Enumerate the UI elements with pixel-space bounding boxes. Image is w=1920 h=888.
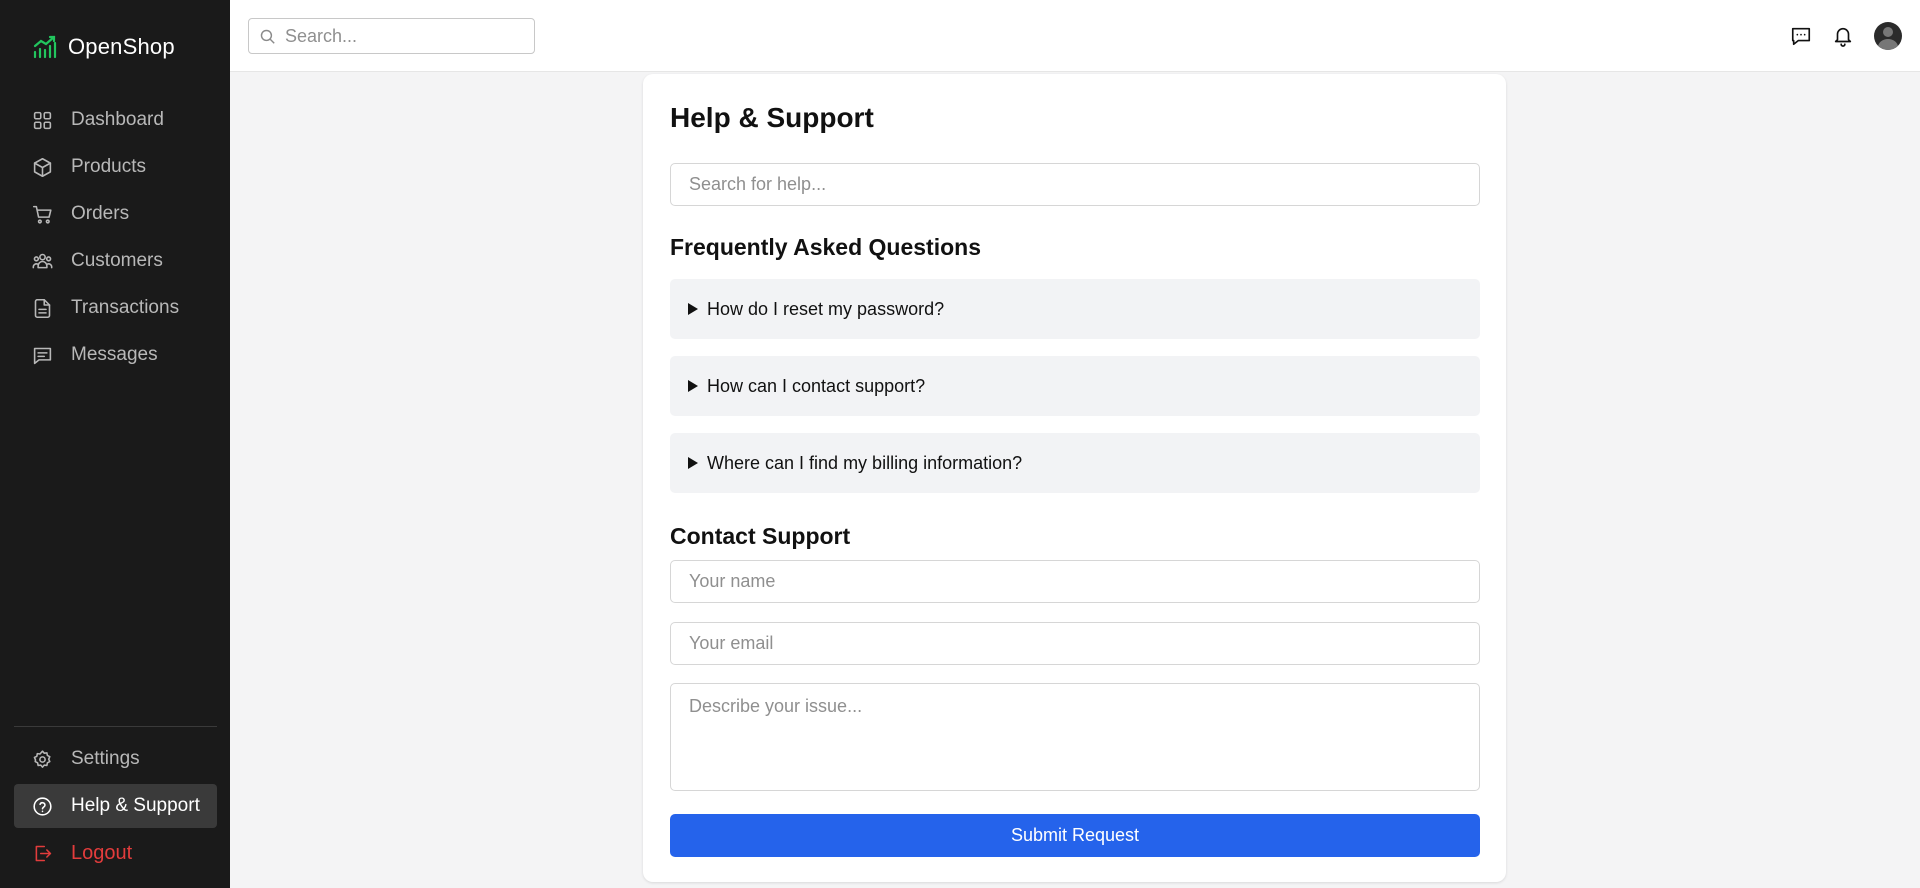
faq-question: How can I contact support? bbox=[707, 375, 926, 396]
name-field[interactable] bbox=[670, 560, 1480, 603]
global-search[interactable] bbox=[248, 18, 535, 54]
chat-button[interactable] bbox=[1790, 25, 1812, 47]
sidebar-item-dashboard[interactable]: Dashboard bbox=[14, 98, 217, 142]
notifications-button[interactable] bbox=[1832, 25, 1854, 47]
sidebar-divider bbox=[14, 726, 217, 727]
faq-item[interactable]: How do I reset my password? bbox=[670, 279, 1480, 339]
disclosure-triangle-icon bbox=[688, 303, 698, 315]
sidebar-item-label: Dashboard bbox=[71, 109, 164, 130]
sidebar-item-help-support[interactable]: Help & Support bbox=[14, 784, 217, 828]
sidebar: OpenShop Dashboard Products Orders Custo… bbox=[0, 0, 230, 888]
sidebar-bottom-nav: Settings Help & Support Logout bbox=[14, 737, 217, 878]
sidebar-nav: Dashboard Products Orders Customers Tran… bbox=[14, 98, 217, 380]
sidebar-item-label: Products bbox=[71, 156, 146, 177]
message-icon bbox=[33, 347, 52, 364]
avatar[interactable] bbox=[1874, 22, 1902, 50]
issue-textarea[interactable] bbox=[670, 683, 1480, 791]
chart-logo-icon bbox=[33, 35, 57, 59]
email-field[interactable] bbox=[670, 622, 1480, 665]
sidebar-item-label: Help & Support bbox=[71, 795, 200, 816]
sidebar-item-label: Orders bbox=[71, 203, 130, 224]
bell-icon bbox=[1834, 27, 1852, 47]
logout-icon bbox=[35, 845, 52, 861]
box-icon bbox=[33, 157, 52, 177]
sidebar-item-transactions[interactable]: Transactions bbox=[14, 286, 217, 330]
sidebar-item-messages[interactable]: Messages bbox=[14, 333, 217, 377]
topbar-actions bbox=[1790, 22, 1902, 50]
sidebar-item-orders[interactable]: Orders bbox=[14, 192, 217, 236]
faq-question: How do I reset my password? bbox=[707, 298, 945, 319]
chat-icon bbox=[1791, 27, 1811, 46]
sidebar-item-customers[interactable]: Customers bbox=[14, 239, 217, 283]
search-icon bbox=[260, 29, 275, 44]
contact-heading: Contact Support bbox=[670, 523, 851, 549]
disclosure-triangle-icon bbox=[688, 380, 698, 392]
document-icon bbox=[34, 298, 51, 318]
sidebar-item-label: Settings bbox=[71, 748, 140, 769]
cart-icon bbox=[32, 205, 52, 224]
global-search-input[interactable] bbox=[285, 25, 515, 47]
users-icon bbox=[32, 253, 53, 268]
faq-heading: Frequently Asked Questions bbox=[670, 234, 981, 260]
help-search-input[interactable] bbox=[670, 163, 1480, 206]
faq-question: Where can I find my billing information? bbox=[707, 452, 1023, 473]
sidebar-item-products[interactable]: Products bbox=[14, 145, 217, 189]
sidebar-item-settings[interactable]: Settings bbox=[14, 737, 217, 781]
sidebar-item-logout[interactable]: Logout bbox=[14, 831, 217, 875]
submit-request-button[interactable]: Submit Request bbox=[670, 814, 1480, 857]
sidebar-item-label: Transactions bbox=[71, 297, 180, 318]
page-title: Help & Support bbox=[670, 102, 874, 133]
help-support-card: Help & Support Frequently Asked Question… bbox=[643, 74, 1506, 882]
grid-icon bbox=[33, 111, 52, 129]
brand-name: OpenShop bbox=[68, 34, 175, 59]
sidebar-item-label: Logout bbox=[71, 841, 133, 864]
disclosure-triangle-icon bbox=[688, 457, 698, 469]
faq-item[interactable]: Where can I find my billing information? bbox=[670, 433, 1480, 493]
help-circle-icon bbox=[33, 796, 52, 816]
sidebar-item-label: Customers bbox=[71, 250, 163, 271]
sidebar-item-label: Messages bbox=[71, 344, 158, 365]
faq-item[interactable]: How can I contact support? bbox=[670, 356, 1480, 416]
topbar bbox=[230, 0, 1920, 72]
gear-icon bbox=[33, 749, 51, 768]
brand[interactable]: OpenShop bbox=[32, 34, 175, 60]
